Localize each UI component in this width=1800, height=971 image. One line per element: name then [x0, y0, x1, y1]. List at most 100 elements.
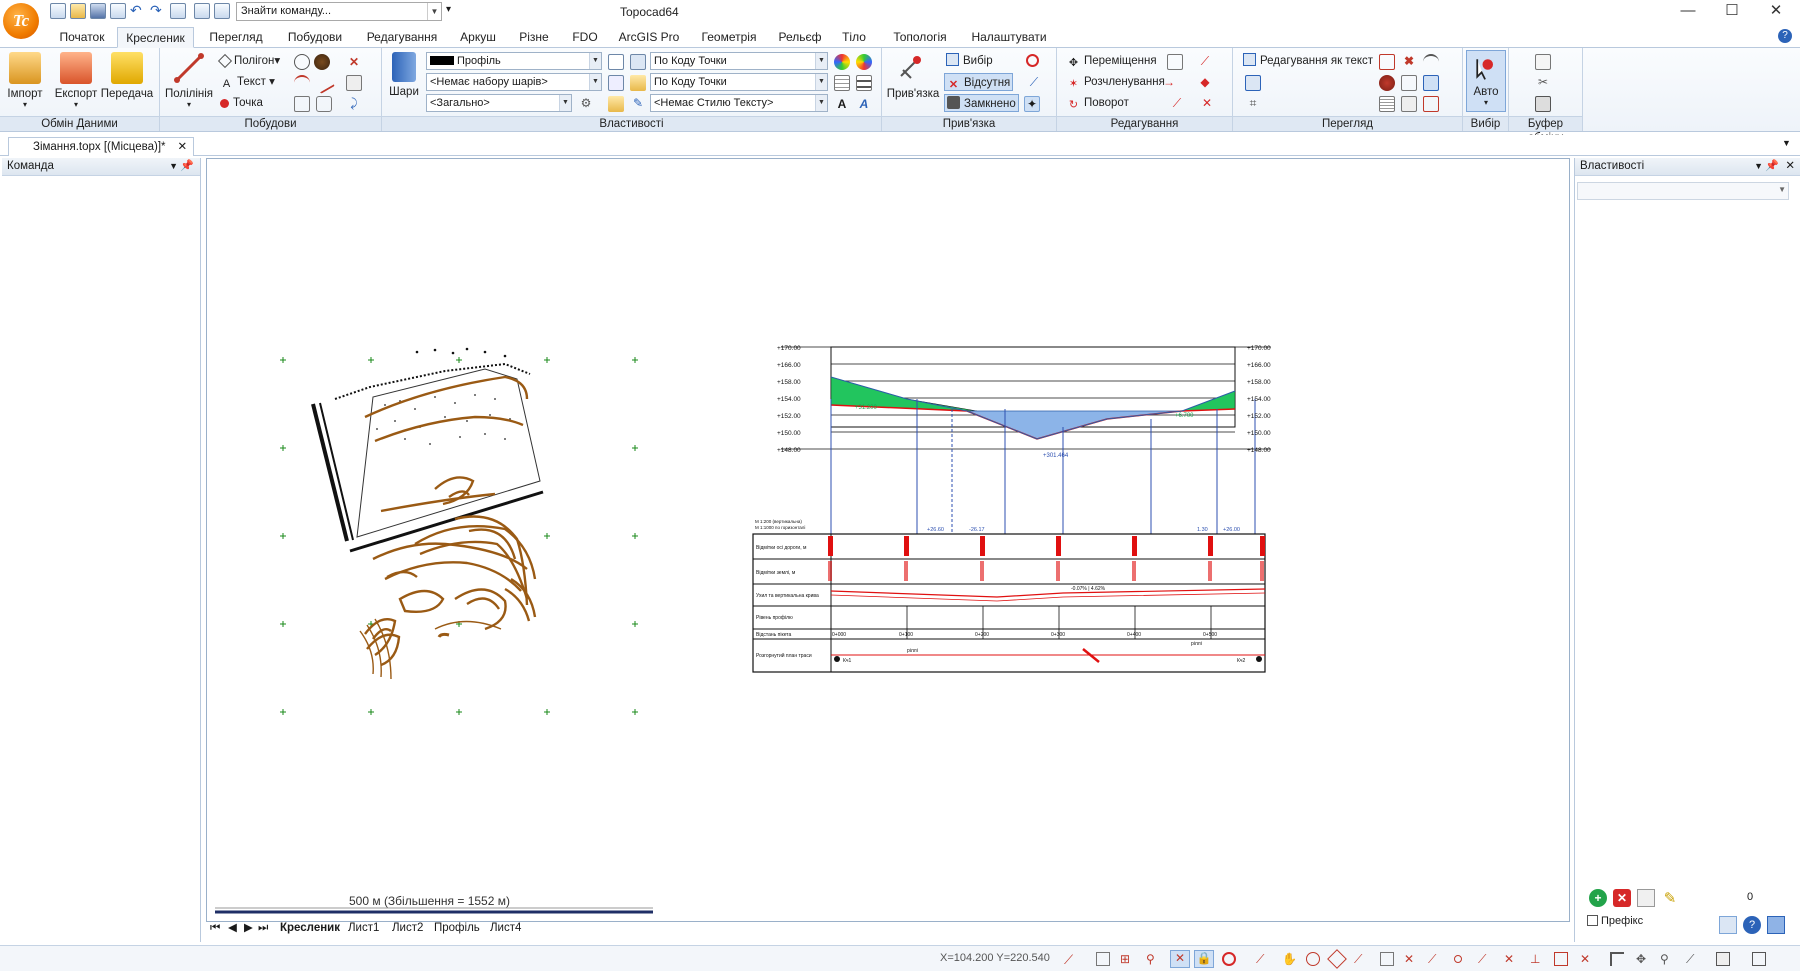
- clear-snap-icon[interactable]: ✕: [1580, 952, 1594, 966]
- layer-filter-icon[interactable]: [630, 75, 646, 91]
- help-icon[interactable]: ?: [1743, 916, 1761, 934]
- absent-snap-button[interactable]: ✕ Відсутня: [944, 73, 1014, 91]
- erase-tool-icon[interactable]: ✕: [346, 54, 362, 70]
- extension-snap-icon[interactable]: ⟋: [1478, 952, 1492, 966]
- command-search-input[interactable]: Знайти команду... ▼: [236, 2, 442, 21]
- forward-icon[interactable]: [170, 3, 186, 19]
- export-button[interactable]: Експорт ▾: [52, 52, 100, 109]
- grid-view-icon[interactable]: [1401, 75, 1417, 91]
- add-icon[interactable]: +: [1589, 889, 1607, 907]
- minimize-icon[interactable]: —: [1668, 0, 1708, 24]
- tabs-menu-icon[interactable]: ▼: [1782, 138, 1791, 148]
- text-style-2-icon[interactable]: A: [856, 96, 872, 112]
- closed-snap-button[interactable]: Замкнено: [944, 94, 1019, 112]
- hand-snap-icon[interactable]: ✋: [1282, 952, 1297, 966]
- navigate-icon[interactable]: ✥: [1636, 952, 1650, 966]
- open-folder-icon[interactable]: [70, 3, 86, 19]
- grid-toggle-icon[interactable]: [1096, 952, 1110, 966]
- paint-icon[interactable]: [1379, 75, 1395, 91]
- move-button[interactable]: ✥ Переміщення: [1067, 52, 1157, 70]
- match-props-icon[interactable]: ⚙: [578, 96, 594, 112]
- window-icon[interactable]: [194, 3, 210, 19]
- first-sheet-icon[interactable]: ⏮: [210, 921, 220, 935]
- snap-button[interactable]: Прив'язка: [886, 52, 940, 100]
- rotate-button[interactable]: ↻ Поворот: [1067, 94, 1129, 112]
- code1-combo[interactable]: По Коду Точки ▼: [650, 52, 828, 70]
- table-icon[interactable]: [1637, 889, 1655, 907]
- unbundle-button[interactable]: ✶ Розчленування: [1067, 73, 1165, 91]
- point-button[interactable]: Точка: [220, 94, 263, 112]
- pin-icon[interactable]: 📌: [1765, 158, 1779, 175]
- color-wheel-2-icon[interactable]: [856, 54, 872, 70]
- polyline-button[interactable]: Полілінія ▾: [164, 52, 214, 109]
- tab-arcgis[interactable]: ArcGIS Pro: [616, 27, 682, 48]
- snap-circle-icon[interactable]: [1026, 54, 1039, 67]
- ortho-toggle-icon[interactable]: ⊞: [1120, 952, 1134, 966]
- linetype-icon[interactable]: [834, 75, 850, 91]
- trim-icon[interactable]: ⟋: [1197, 54, 1213, 70]
- arc-view-icon[interactable]: [1423, 54, 1439, 70]
- text-style-icon[interactable]: A: [834, 96, 850, 112]
- quadrant-snap-icon[interactable]: [1327, 949, 1347, 969]
- circle-tool-icon[interactable]: [294, 54, 310, 70]
- display-mode-icon[interactable]: [1716, 952, 1730, 966]
- prev-sheet-icon[interactable]: ◀: [228, 921, 237, 935]
- sheet-tab-1[interactable]: Лист1: [348, 921, 379, 935]
- document-tab[interactable]: Зімання.topx [(Місцева)]* ✕: [8, 137, 195, 156]
- tab-drawing[interactable]: Кресленик: [117, 27, 194, 48]
- arc-tool-icon[interactable]: [294, 75, 310, 91]
- tab-topology[interactable]: Топологія: [884, 27, 956, 48]
- tab-customize[interactable]: Налаштувати: [968, 27, 1050, 48]
- new-file-icon[interactable]: [50, 3, 66, 19]
- layer-manager-icon[interactable]: [630, 54, 646, 70]
- next-sheet-icon[interactable]: ▶: [244, 921, 253, 935]
- list-view-icon[interactable]: [1245, 75, 1261, 91]
- sheet-tab-profile[interactable]: Профіль: [434, 921, 480, 935]
- layout-icon[interactable]: [214, 3, 230, 19]
- active-view-icon[interactable]: [1423, 75, 1439, 91]
- center-snap-icon[interactable]: [1306, 952, 1320, 966]
- print-icon[interactable]: [110, 3, 126, 19]
- chevron-down-icon[interactable]: ▼: [589, 74, 601, 90]
- lineweight-icon[interactable]: [856, 75, 872, 91]
- pan-icon[interactable]: ⚲: [1660, 952, 1674, 966]
- tab-start[interactable]: Початок: [52, 27, 112, 48]
- close-tab-icon[interactable]: ✕: [178, 141, 188, 153]
- corner-icon[interactable]: [1610, 952, 1624, 966]
- chevron-down-icon[interactable]: ▼: [815, 95, 827, 111]
- redo-icon[interactable]: ↷: [150, 3, 166, 19]
- snap-mode-icon[interactable]: ✦: [1024, 96, 1040, 112]
- auto-select-button[interactable]: Авто ▾: [1466, 50, 1506, 112]
- tangent-snap-icon[interactable]: ⟋: [1354, 952, 1368, 966]
- lock-active-icon[interactable]: 🔒: [1194, 950, 1214, 968]
- properties-selector[interactable]: ▼: [1577, 182, 1789, 200]
- checkbox-icon[interactable]: [1587, 915, 1598, 926]
- transfer-button[interactable]: Передача: [100, 52, 154, 100]
- insertion-snap-icon[interactable]: [1554, 952, 1568, 966]
- parallel-snap-icon[interactable]: ✕: [1504, 952, 1518, 966]
- node-snap-icon[interactable]: [1380, 952, 1394, 966]
- sheet-tab-4[interactable]: Лист4: [490, 921, 521, 935]
- undo-icon[interactable]: ↶: [130, 3, 146, 19]
- profile-layer-combo[interactable]: Профіль ▼: [426, 52, 602, 70]
- import-button[interactable]: Імпорт ▾: [4, 52, 46, 109]
- cube-icon[interactable]: [1423, 96, 1439, 112]
- edit-as-text-button[interactable]: Редагування як текст: [1243, 52, 1373, 70]
- color-wheel-icon[interactable]: [834, 54, 850, 70]
- copy-tool-icon[interactable]: [294, 96, 310, 112]
- delete-icon[interactable]: ✕: [1613, 889, 1631, 907]
- break-icon[interactable]: ◆: [1197, 75, 1213, 91]
- hatch-icon[interactable]: [1379, 96, 1395, 112]
- code2-combo[interactable]: По Коду Точки ▼: [650, 73, 828, 91]
- general-combo[interactable]: <Загально> ▼: [426, 94, 572, 112]
- cut-icon[interactable]: ✂: [1535, 75, 1551, 91]
- style-icon[interactable]: [608, 96, 624, 112]
- tab-geometry[interactable]: Геометрія: [694, 27, 764, 48]
- circle-snap-icon[interactable]: [1222, 952, 1236, 966]
- layers-button[interactable]: Шари: [386, 52, 422, 98]
- tab-misc[interactable]: Різне: [514, 27, 554, 48]
- delete-vertex-icon[interactable]: ✕: [1199, 96, 1215, 112]
- xyz-icon[interactable]: ⌗: [1245, 96, 1261, 112]
- fill-tool-icon[interactable]: [314, 54, 330, 70]
- help-icon[interactable]: ?: [1778, 29, 1792, 43]
